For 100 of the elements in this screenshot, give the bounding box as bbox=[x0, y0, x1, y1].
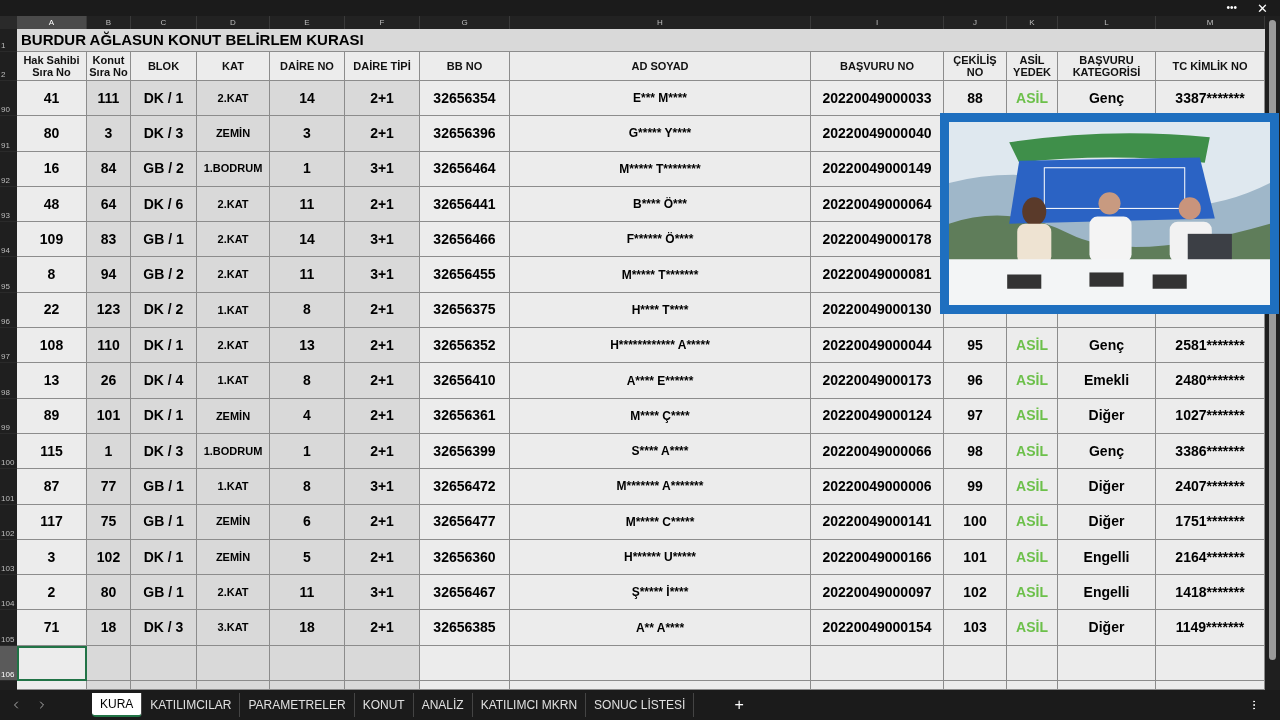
table-cell: 115 bbox=[17, 433, 87, 470]
table-cell: 20220049000154 bbox=[811, 610, 944, 646]
close-button[interactable]: ✕ bbox=[1257, 1, 1268, 15]
table-cell: 2+1 bbox=[345, 504, 420, 540]
table-cell: 110 bbox=[87, 328, 131, 364]
column-title: BAŞVURU KATEGORİSİ bbox=[1058, 52, 1156, 81]
more-button[interactable]: ••• bbox=[1226, 3, 1237, 13]
table-cell: 117 bbox=[17, 504, 87, 540]
table-cell: 2+1 bbox=[345, 186, 420, 223]
table-cell bbox=[87, 645, 131, 682]
table-cell: 8 bbox=[270, 363, 345, 399]
table-cell: 2.KAT bbox=[197, 222, 270, 258]
table-cell: 20220049000124 bbox=[811, 398, 944, 434]
table-cell: 87 bbox=[17, 469, 87, 505]
table-cell: 3.KAT bbox=[197, 610, 270, 646]
table-cell: 2.KAT bbox=[197, 186, 270, 223]
table-cell: 108 bbox=[17, 328, 87, 364]
table-cell: ASİL bbox=[1007, 363, 1058, 399]
column-title: TC KİMLİK NO bbox=[1156, 52, 1265, 81]
table-cell: ZEMİN bbox=[197, 116, 270, 152]
table-cell: 100 bbox=[944, 504, 1007, 540]
table-cell: M***** T******* bbox=[510, 257, 811, 293]
table-cell: Ş***** İ**** bbox=[510, 575, 811, 611]
table-cell: 96 bbox=[944, 363, 1007, 399]
sheet-tab[interactable]: KATILIMCILAR bbox=[142, 693, 241, 717]
table-cell: 32656467 bbox=[420, 575, 510, 611]
column-title: BLOK bbox=[131, 52, 197, 81]
table-cell: H************ A***** bbox=[510, 328, 811, 364]
table-cell: S**** A**** bbox=[510, 433, 811, 470]
table-cell: 2.KAT bbox=[197, 257, 270, 293]
column-title: BAŞVURU NO bbox=[811, 52, 944, 81]
table-cell: 6 bbox=[270, 504, 345, 540]
table-cell: 32656399 bbox=[420, 433, 510, 470]
table-cell: 22 bbox=[17, 292, 87, 329]
table-cell: 64 bbox=[87, 186, 131, 223]
table-cell: 3+1 bbox=[345, 257, 420, 293]
table-cell: 102 bbox=[87, 539, 131, 576]
table-cell: 102 bbox=[944, 575, 1007, 611]
sheet-title: BURDUR AĞLASUN KONUT BELİRLEM KURASI bbox=[17, 29, 1265, 52]
table-cell: Engelli bbox=[1058, 575, 1156, 611]
table-cell: 109 bbox=[17, 222, 87, 258]
add-sheet-button[interactable]: + bbox=[734, 693, 744, 717]
table-cell: 32656410 bbox=[420, 363, 510, 399]
table-cell: ASİL bbox=[1007, 328, 1058, 364]
table-cell: 2+1 bbox=[345, 292, 420, 329]
sheet-tab[interactable]: PARAMETRELER bbox=[240, 693, 355, 717]
table-cell: 32656354 bbox=[420, 81, 510, 117]
table-cell: 32656360 bbox=[420, 539, 510, 576]
table-cell: 2+1 bbox=[345, 328, 420, 364]
sheet-tab[interactable]: KURA bbox=[92, 693, 143, 717]
table-cell bbox=[944, 681, 1007, 690]
table-cell: 95 bbox=[944, 328, 1007, 364]
table-cell: 32656441 bbox=[420, 186, 510, 223]
column-title: Konut Sıra No bbox=[87, 52, 131, 81]
sheet-tab[interactable]: ANALİZ bbox=[413, 693, 473, 717]
table-cell: M***** C***** bbox=[510, 504, 811, 540]
table-cell: Emekli bbox=[1058, 363, 1156, 399]
column-title: DAİRE NO bbox=[270, 52, 345, 81]
table-cell: 111 bbox=[87, 81, 131, 117]
table-cell: F****** Ö**** bbox=[510, 222, 811, 258]
table-cell: DK / 1 bbox=[131, 328, 197, 364]
table-cell: M***** T******** bbox=[510, 151, 811, 187]
table-cell: 2+1 bbox=[345, 433, 420, 470]
table-cell: 89 bbox=[17, 398, 87, 434]
table-cell: ASİL bbox=[1007, 575, 1058, 611]
column-title: ÇEKİLİŞ NO bbox=[944, 52, 1007, 81]
table-cell: DK / 1 bbox=[131, 81, 197, 117]
table-cell: 71 bbox=[17, 610, 87, 646]
table-cell: H**** T**** bbox=[510, 292, 811, 329]
table-cell: 3+1 bbox=[345, 469, 420, 505]
table-cell: 11 bbox=[270, 575, 345, 611]
table-cell: 3 bbox=[270, 116, 345, 152]
row-header[interactable]: 106 bbox=[0, 645, 17, 682]
table-cell: E*** M**** bbox=[510, 81, 811, 117]
table-cell: M**** Ç**** bbox=[510, 398, 811, 434]
table-cell: DK / 3 bbox=[131, 433, 197, 470]
table-cell: 1.KAT bbox=[197, 363, 270, 399]
column-title: BB NO bbox=[420, 52, 510, 81]
table-cell: Genç bbox=[1058, 433, 1156, 470]
sheet-tab[interactable]: KONUT bbox=[354, 693, 414, 717]
table-cell bbox=[131, 681, 197, 690]
table-cell: G***** Y**** bbox=[510, 116, 811, 152]
table-cell: 3+1 bbox=[345, 151, 420, 187]
table-cell: ZEMİN bbox=[197, 398, 270, 434]
table-cell: 32656455 bbox=[420, 257, 510, 293]
table-cell bbox=[17, 681, 87, 690]
table-cell: 14 bbox=[270, 81, 345, 117]
table-cell: ASİL bbox=[1007, 610, 1058, 646]
sheet-tab[interactable]: SONUC LİSTESİ bbox=[586, 693, 695, 717]
column-header[interactable]: A bbox=[17, 16, 87, 29]
table-cell: ZEMİN bbox=[197, 504, 270, 540]
table-cell: Diğer bbox=[1058, 469, 1156, 505]
table-cell: 32656352 bbox=[420, 328, 510, 364]
table-cell: 20220049000130 bbox=[811, 292, 944, 329]
table-cell: 1.BODRUM bbox=[197, 151, 270, 187]
column-title: ASİL YEDEK bbox=[1007, 52, 1058, 81]
sheet-tab[interactable]: KATILIMCI MKRN bbox=[472, 693, 587, 717]
table-cell: ASİL bbox=[1007, 469, 1058, 505]
table-cell: 2+1 bbox=[345, 398, 420, 434]
table-cell: 75 bbox=[87, 504, 131, 540]
